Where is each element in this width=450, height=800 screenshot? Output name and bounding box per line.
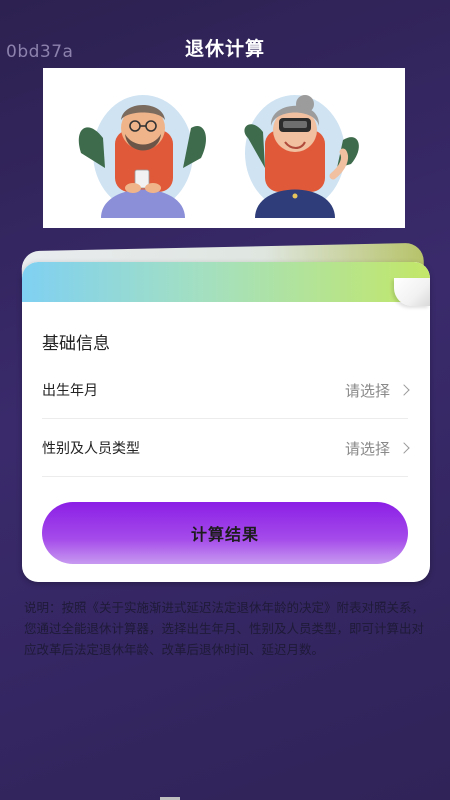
calculate-button[interactable]: 计算结果 xyxy=(42,502,408,564)
retirement-banner-image xyxy=(43,68,405,228)
chevron-right-icon xyxy=(398,384,410,396)
elderly-woman-illustration xyxy=(244,95,359,218)
section-title: 基础信息 xyxy=(42,334,110,354)
gender-type-row[interactable]: 性别及人员类型 请选择 xyxy=(42,420,410,477)
retirement-form-card: 基础信息 出生年月 请选择 性别及人员类型 请选择 计算结果 xyxy=(22,262,430,582)
birth-date-value: 请选择 xyxy=(344,381,390,400)
card-header-gradient xyxy=(22,262,430,302)
gender-type-label: 性别及人员类型 xyxy=(42,441,140,457)
gender-type-select[interactable]: 请选择 xyxy=(344,438,410,459)
chevron-right-icon xyxy=(398,442,410,454)
birth-date-select[interactable]: 请选择 xyxy=(344,380,410,401)
birth-date-row[interactable]: 出生年月 请选择 xyxy=(42,362,410,419)
description-note: 说明：按照《关于实施渐进式延迟法定退休年龄的决定》附表对照关系，您通过全能退休计… xyxy=(24,600,425,657)
page-title: 退休计算 xyxy=(184,38,265,60)
elderly-man-illustration xyxy=(78,95,206,218)
birth-date-label: 出生年月 xyxy=(42,383,98,399)
gender-type-value: 请选择 xyxy=(344,439,390,458)
